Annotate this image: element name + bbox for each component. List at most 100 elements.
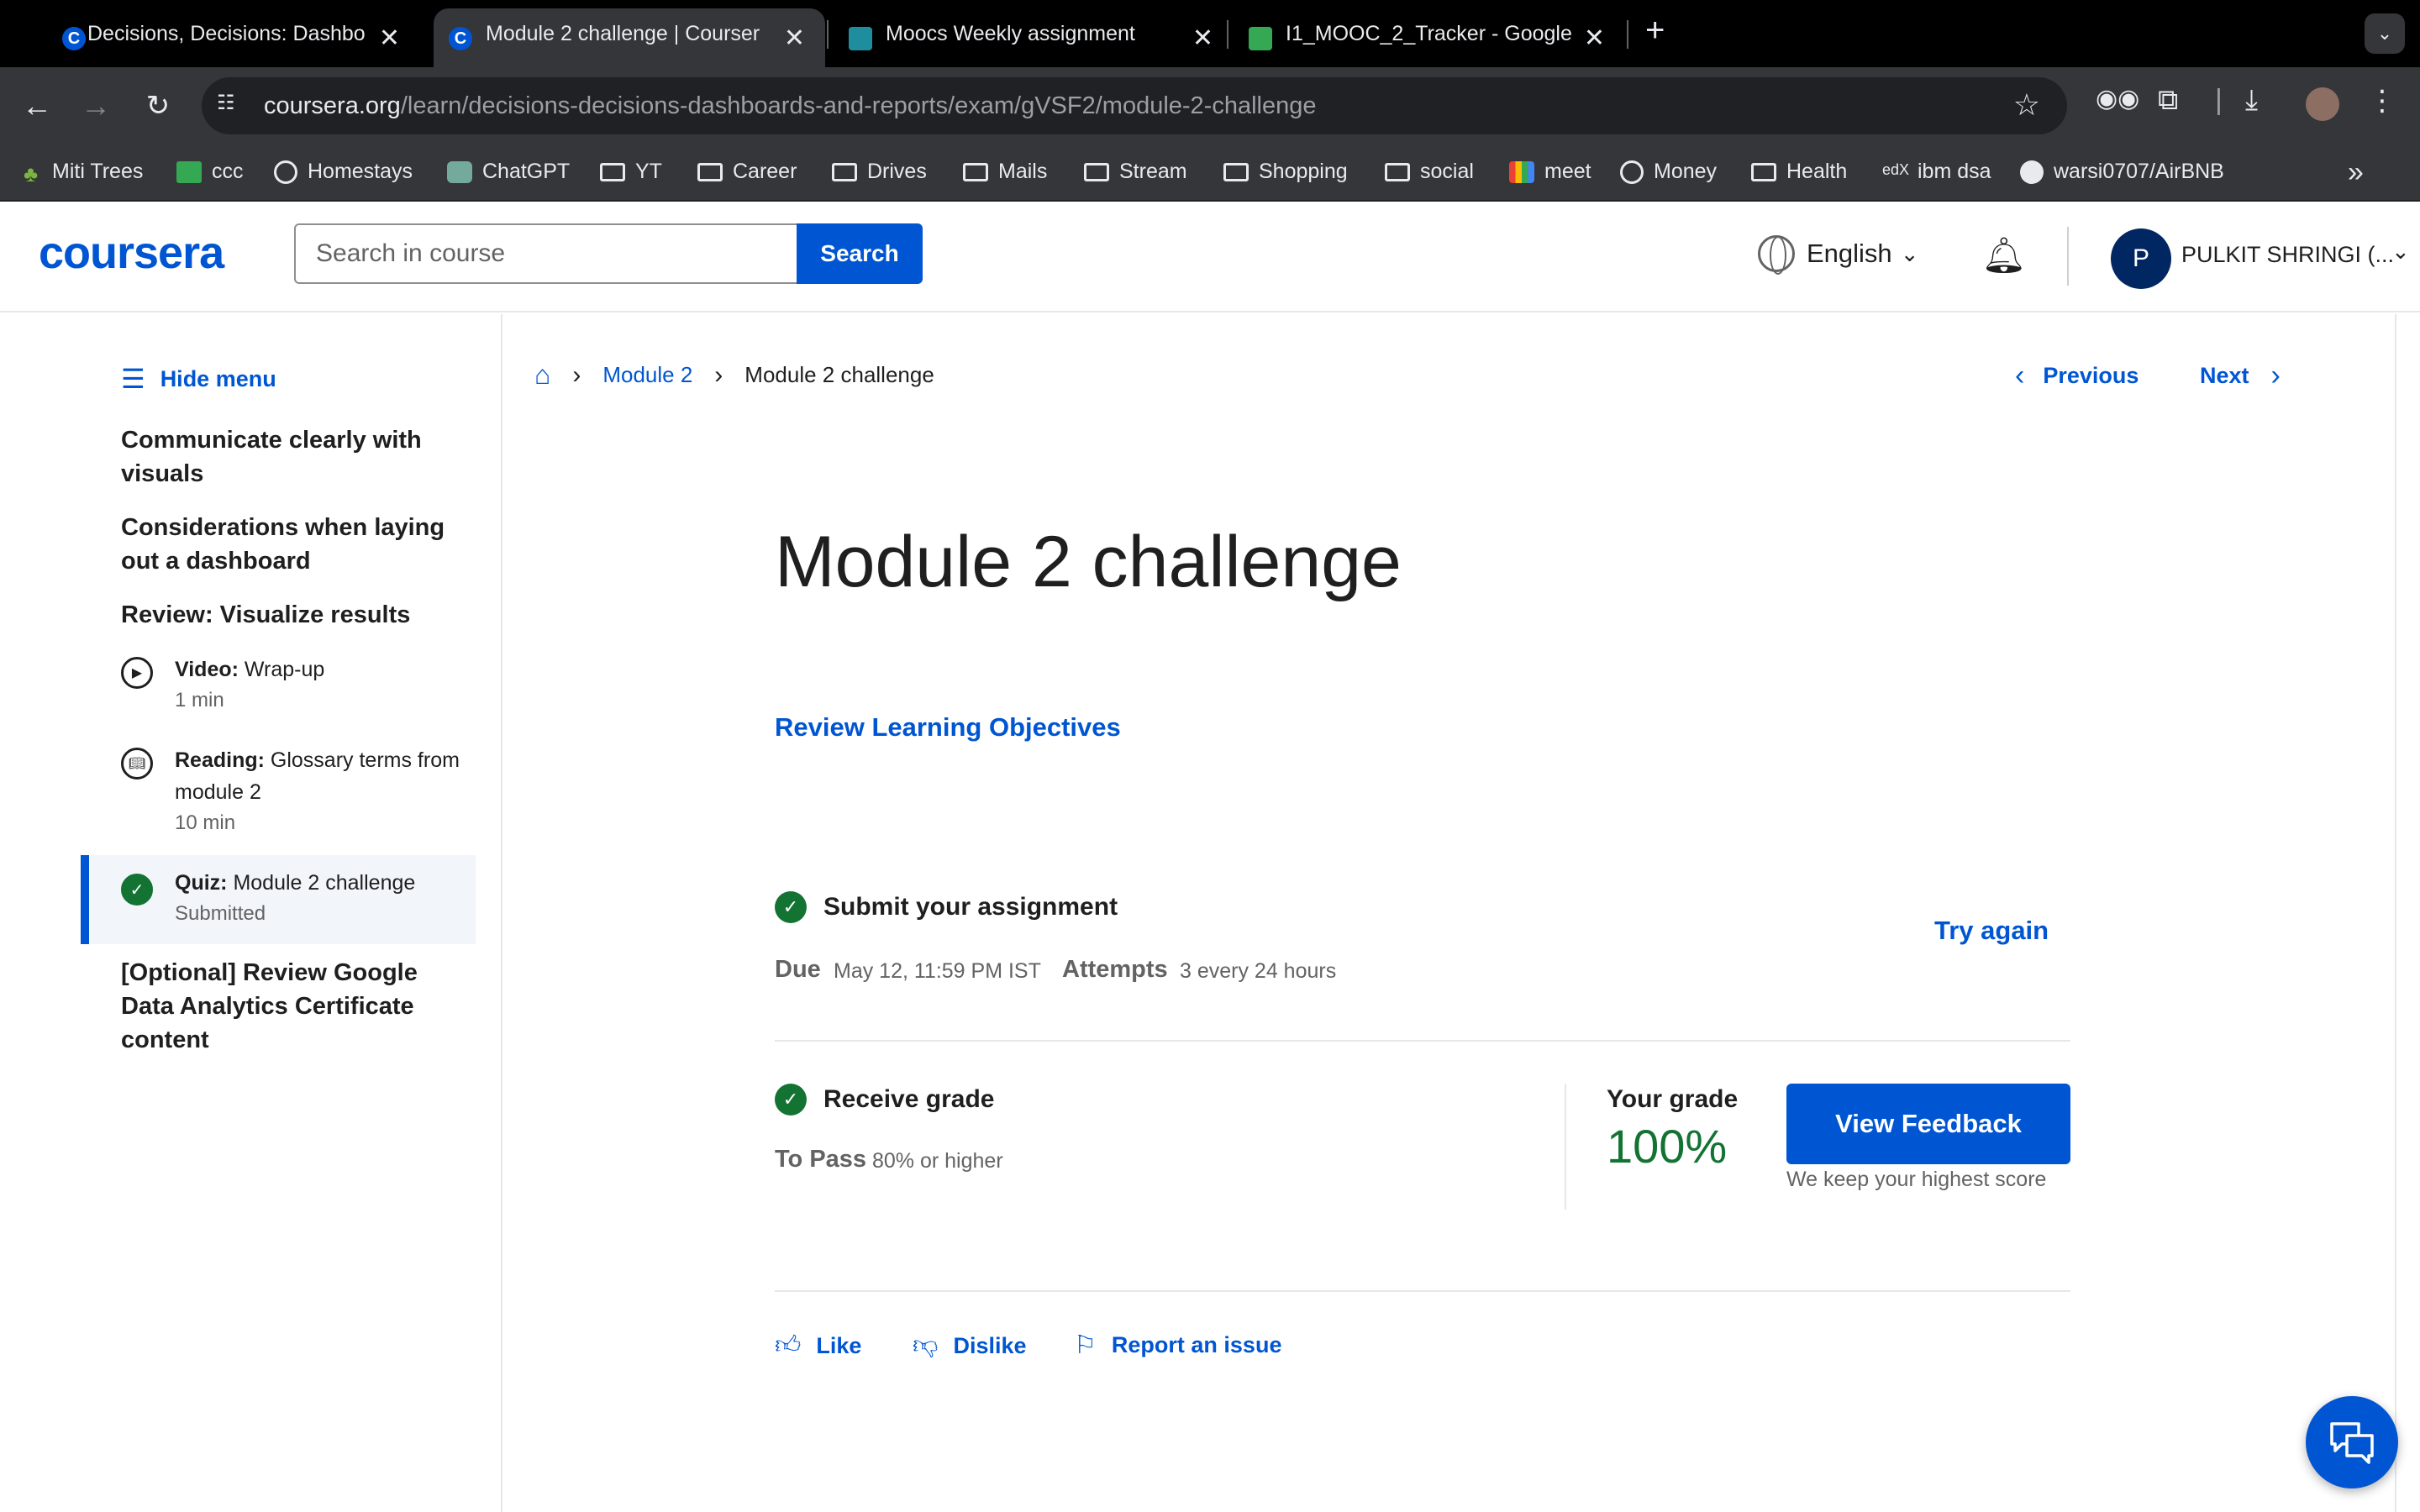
sidebar-item-meta: Submitted xyxy=(175,902,266,925)
bookmark-homestays[interactable]: Homestays xyxy=(274,160,413,184)
search-button[interactable]: Search xyxy=(797,223,923,284)
close-tab-icon[interactable]: ✕ xyxy=(379,24,400,53)
sidebar-item-quiz-module-2[interactable]: ✓ Quiz: Module 2 challenge Submitted xyxy=(81,855,476,944)
sheets-icon xyxy=(176,160,202,183)
bookmark-drives[interactable]: Drives xyxy=(832,160,927,184)
browser-tab-1[interactable]: C Decisions, Decisions: Dashbo ✕ xyxy=(17,8,420,67)
bell-icon[interactable]: 🔔︎ xyxy=(1981,235,2026,276)
close-tab-icon[interactable]: ✕ xyxy=(775,24,805,53)
bookmark-star-icon[interactable]: ☆ xyxy=(2013,87,2040,123)
tab-search-icon[interactable]: ⌄ xyxy=(2365,13,2405,54)
divider xyxy=(775,1290,2070,1292)
bookmark-health[interactable]: Health xyxy=(1751,160,1847,184)
sidebar-section-optional-review[interactable]: [Optional] Review Google Data Analytics … xyxy=(121,956,474,1057)
new-tab-icon[interactable]: + xyxy=(1645,12,1665,50)
next-button[interactable]: Next › xyxy=(2200,360,2281,392)
coursera-logo[interactable]: coursera xyxy=(39,227,224,279)
chevron-left-icon: ‹ xyxy=(2015,360,2025,391)
sidebar-item-reading-glossary[interactable]: 📖︎ Reading: Glossary terms from module 2… xyxy=(81,744,476,853)
flag-icon: ⚐ xyxy=(1074,1331,1097,1359)
sidebar-item-label: Quiz: Module 2 challenge xyxy=(175,871,416,895)
like-button[interactable]: 👍︎ Like xyxy=(775,1331,861,1361)
palm-icon: ♣ xyxy=(24,160,39,186)
breadcrumb-module[interactable]: Module 2 xyxy=(602,362,692,388)
globe-icon xyxy=(274,160,297,184)
extension-glasses-icon[interactable]: ◉◉ xyxy=(2096,84,2139,113)
classroom-icon xyxy=(849,27,872,50)
try-again-button[interactable]: Try again xyxy=(1934,916,2049,946)
folder-icon xyxy=(1223,162,1249,181)
bookmark-money[interactable]: Money xyxy=(1620,160,1717,184)
folder-icon xyxy=(600,162,625,181)
bookmark-chatgpt[interactable]: ChatGPT xyxy=(447,160,570,184)
bookmarks-bar: ♣ Miti Trees ccc Homestays ChatGPT YT Car… xyxy=(0,144,2420,202)
extensions-puzzle-icon[interactable]: ⧉ xyxy=(2158,84,2178,117)
bookmark-social[interactable]: social xyxy=(1385,160,1474,184)
bookmark-mails[interactable]: Mails xyxy=(963,160,1047,184)
bookmark-stream[interactable]: Stream xyxy=(1084,160,1187,184)
sidebar-item-video-wrapup[interactable]: ▶ Video: Wrap-up 1 min xyxy=(81,654,476,729)
report-issue-button[interactable]: ⚐ Report an issue xyxy=(1074,1331,1281,1360)
folder-icon xyxy=(832,162,857,181)
browser-tab-4[interactable]: I1_MOOC_2_Tracker - Google ✕ xyxy=(1234,8,1625,67)
language-selector[interactable]: English ⌄ xyxy=(1758,235,1919,275)
sidebar-section-communicate[interactable]: Communicate clearly with visuals xyxy=(121,423,457,491)
sidebar-item-meta: 1 min xyxy=(175,689,224,711)
chevron-down-icon: ⌄ xyxy=(1900,240,1919,266)
receive-grade-title: Receive grade xyxy=(823,1085,995,1113)
language-label: English xyxy=(1807,239,1892,268)
user-avatar[interactable]: P xyxy=(2111,228,2171,289)
tab-title: I1_MOOC_2_Tracker - Google xyxy=(1286,22,1572,45)
sidebar-section-review[interactable]: Review: Visualize results xyxy=(121,598,457,632)
chevron-down-icon[interactable]: ⌄ xyxy=(2391,239,2410,265)
close-tab-icon[interactable]: ✕ xyxy=(1575,24,1605,53)
bookmark-ibm-dsa[interactable]: edX ibm dsa xyxy=(1882,160,1991,184)
toolbar-divider: | xyxy=(2215,84,2223,116)
check-circle-icon: ✓ xyxy=(775,891,807,923)
bookmark-shopping[interactable]: Shopping xyxy=(1223,160,1348,184)
github-icon xyxy=(2020,160,2044,184)
due-value: May 12, 11:59 PM IST xyxy=(834,959,1041,983)
attempts-value: 3 every 24 hours xyxy=(1180,959,1337,983)
back-icon[interactable]: ← xyxy=(17,86,57,126)
reload-icon[interactable]: ↻ xyxy=(138,86,178,126)
chevron-right-icon: › xyxy=(572,360,581,389)
to-pass-label: To Pass xyxy=(775,1146,867,1173)
dislike-button[interactable]: 👎︎ Dislike xyxy=(913,1331,1027,1361)
tab-divider xyxy=(1227,20,1228,49)
site-info-icon[interactable]: ☷ xyxy=(217,91,247,121)
bookmark-ccc[interactable]: ccc xyxy=(176,160,244,184)
chevron-right-icon: › xyxy=(2270,360,2281,391)
more-menu-icon[interactable]: ⋮ xyxy=(2368,84,2396,118)
hide-menu-button[interactable]: ☰ Hide menu xyxy=(121,363,276,395)
sheets-icon xyxy=(1249,27,1272,50)
previous-button[interactable]: ‹ Previous xyxy=(2015,360,2139,392)
profile-avatar[interactable] xyxy=(2306,87,2339,121)
book-icon: 📖︎ xyxy=(121,748,153,780)
home-icon[interactable]: ⌂ xyxy=(534,360,550,391)
close-tab-icon[interactable]: ✕ xyxy=(1192,24,1213,53)
bookmark-meet[interactable]: meet xyxy=(1509,160,1591,184)
user-name[interactable]: PULKIT SHRINGI (... xyxy=(2181,242,2394,268)
address-bar[interactable]: ☷ coursera.org/learn/decisions-decisions… xyxy=(202,77,2067,134)
search-input[interactable] xyxy=(294,223,798,284)
grade-divider xyxy=(1565,1084,1566,1210)
like-label: Like xyxy=(816,1332,862,1358)
bookmark-github-airbnb[interactable]: warsi0707/AirBNB xyxy=(2020,160,2224,184)
chat-button[interactable] xyxy=(2306,1396,2398,1488)
bookmark-yt[interactable]: YT xyxy=(600,160,662,184)
browser-tab-3[interactable]: Moocs Weekly assignment ✕ xyxy=(834,8,1234,67)
bookmark-career[interactable]: Career xyxy=(697,160,797,184)
review-learning-objectives-link[interactable]: Review Learning Objectives xyxy=(775,712,1121,743)
view-feedback-button[interactable]: View Feedback xyxy=(1786,1084,2070,1164)
sidebar-item-meta: 10 min xyxy=(175,811,236,834)
sidebar-section-considerations[interactable]: Considerations when laying out a dashboa… xyxy=(121,511,457,578)
bookmark-miti-trees[interactable]: ♣ Miti Trees xyxy=(24,160,143,186)
highest-score-note: We keep your highest score xyxy=(1786,1168,2047,1191)
browser-tab-2[interactable]: C Module 2 challenge | Courser ✕ xyxy=(434,8,825,67)
download-icon[interactable]: ⤓ xyxy=(2245,84,2258,117)
more-bookmarks-icon[interactable]: » xyxy=(2348,156,2364,189)
site-header: coursera Search English ⌄ 🔔︎ P PULKIT SH… xyxy=(0,202,2420,312)
previous-label: Previous xyxy=(2043,363,2139,388)
forward-icon[interactable]: → xyxy=(76,86,116,126)
